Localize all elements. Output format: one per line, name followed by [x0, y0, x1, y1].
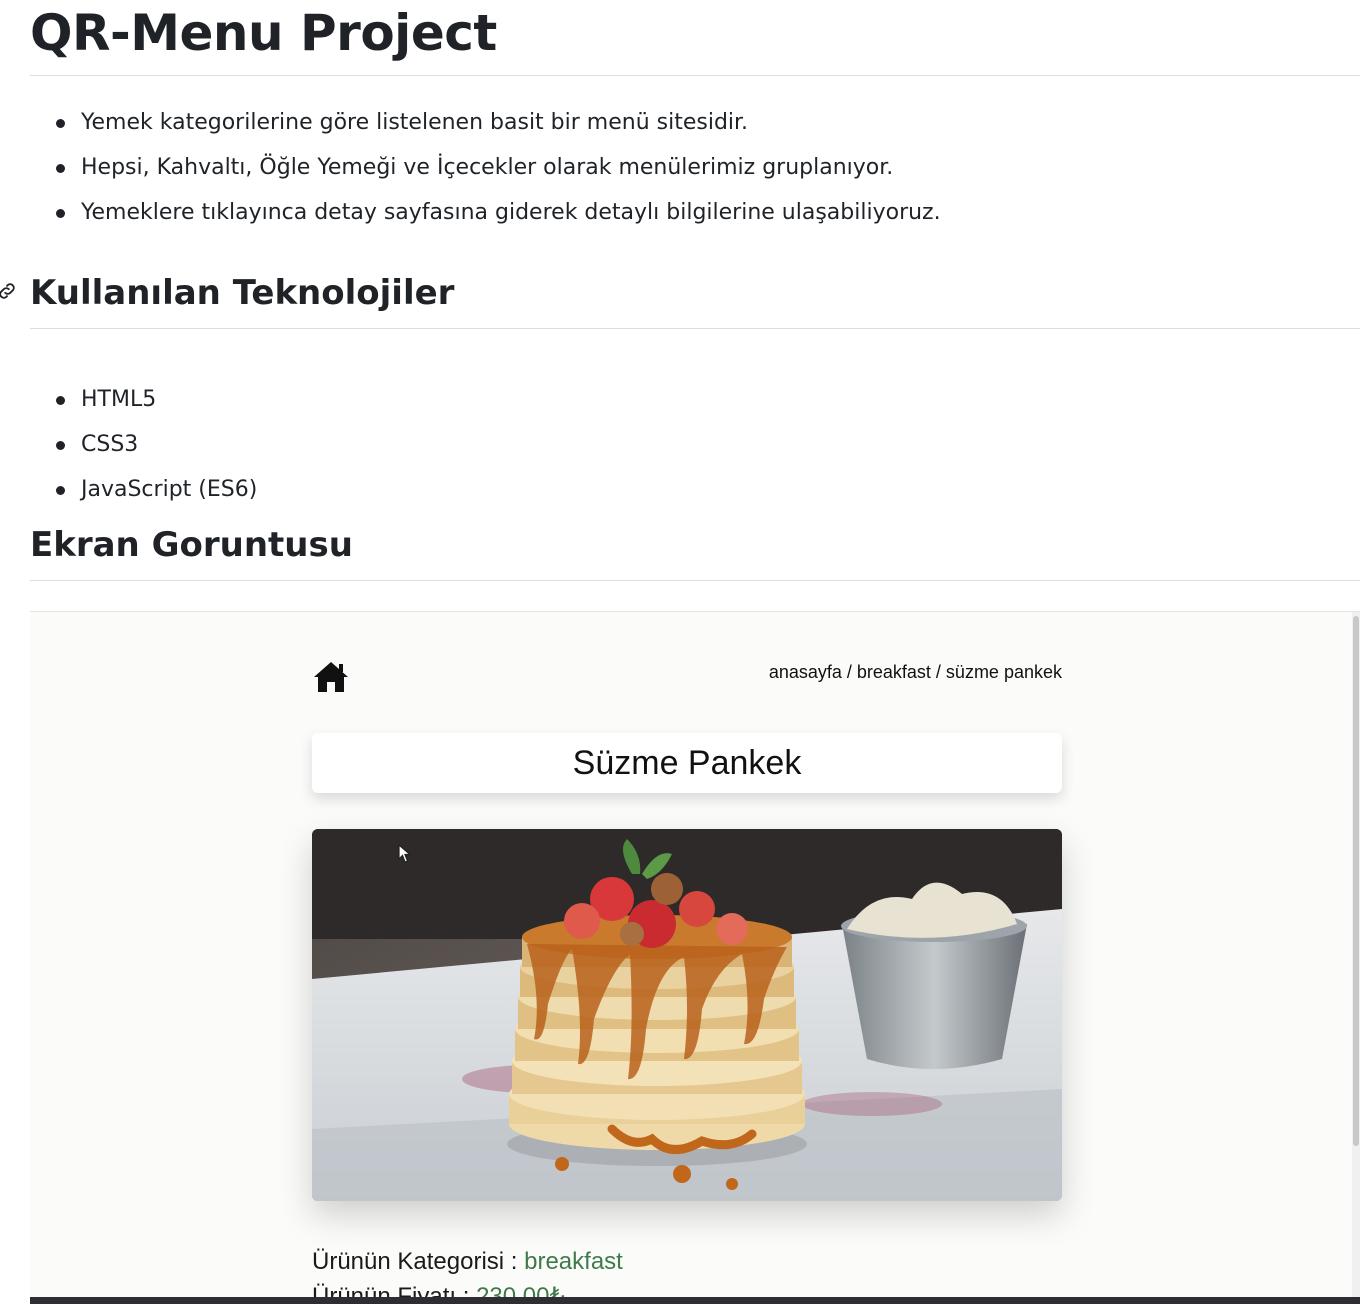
list-item: Yemeklere tıklayınca detay sayfasına gid… — [30, 190, 1360, 235]
link-icon[interactable] — [0, 280, 18, 302]
readme-content: QR-Menu Project Yemek kategorilerine gör… — [0, 0, 1360, 581]
product-title: Süzme Pankek — [572, 743, 802, 782]
embedded-screenshot: anasayfa / breakfast / süzme pankek Süzm… — [30, 611, 1360, 1304]
product-image — [312, 829, 1062, 1201]
category-line: Ürünün Kategorisi : breakfast — [312, 1248, 623, 1276]
tech-list: HTML5 CSS3 JavaScript (ES6) — [30, 377, 257, 512]
list-item: HTML5 — [30, 377, 257, 422]
scrollbar-thumb[interactable] — [1353, 616, 1359, 1146]
product-title-card: Süzme Pankek — [312, 733, 1062, 793]
screenshot-heading: Ekran Goruntusu — [30, 522, 1360, 581]
scrollbar[interactable] — [1352, 612, 1360, 1304]
breadcrumb: anasayfa / breakfast / süzme pankek — [768, 662, 1062, 682]
list-item: Yemek kategorilerine göre listelenen bas… — [30, 100, 1360, 145]
category-value: breakfast — [524, 1248, 623, 1275]
taskbar-strip — [30, 1297, 1360, 1304]
list-item: Hepsi, Kahvaltı, Öğle Yemeği ve İçecekle… — [30, 145, 1360, 190]
cursor-icon — [398, 844, 412, 863]
page-title: QR-Menu Project — [30, 0, 1360, 76]
list-item: CSS3 — [30, 422, 257, 467]
tech-section: Kullanılan Teknolojiler — [0, 270, 1360, 329]
screenshot-section: Ekran Goruntusu — [30, 522, 1360, 581]
tech-heading: Kullanılan Teknolojiler — [30, 270, 1360, 329]
home-icon — [314, 662, 348, 692]
list-item: JavaScript (ES6) — [30, 467, 257, 512]
intro-list: Yemek kategorilerine göre listelenen bas… — [30, 100, 1360, 235]
category-label: Ürünün Kategorisi : — [312, 1248, 525, 1275]
